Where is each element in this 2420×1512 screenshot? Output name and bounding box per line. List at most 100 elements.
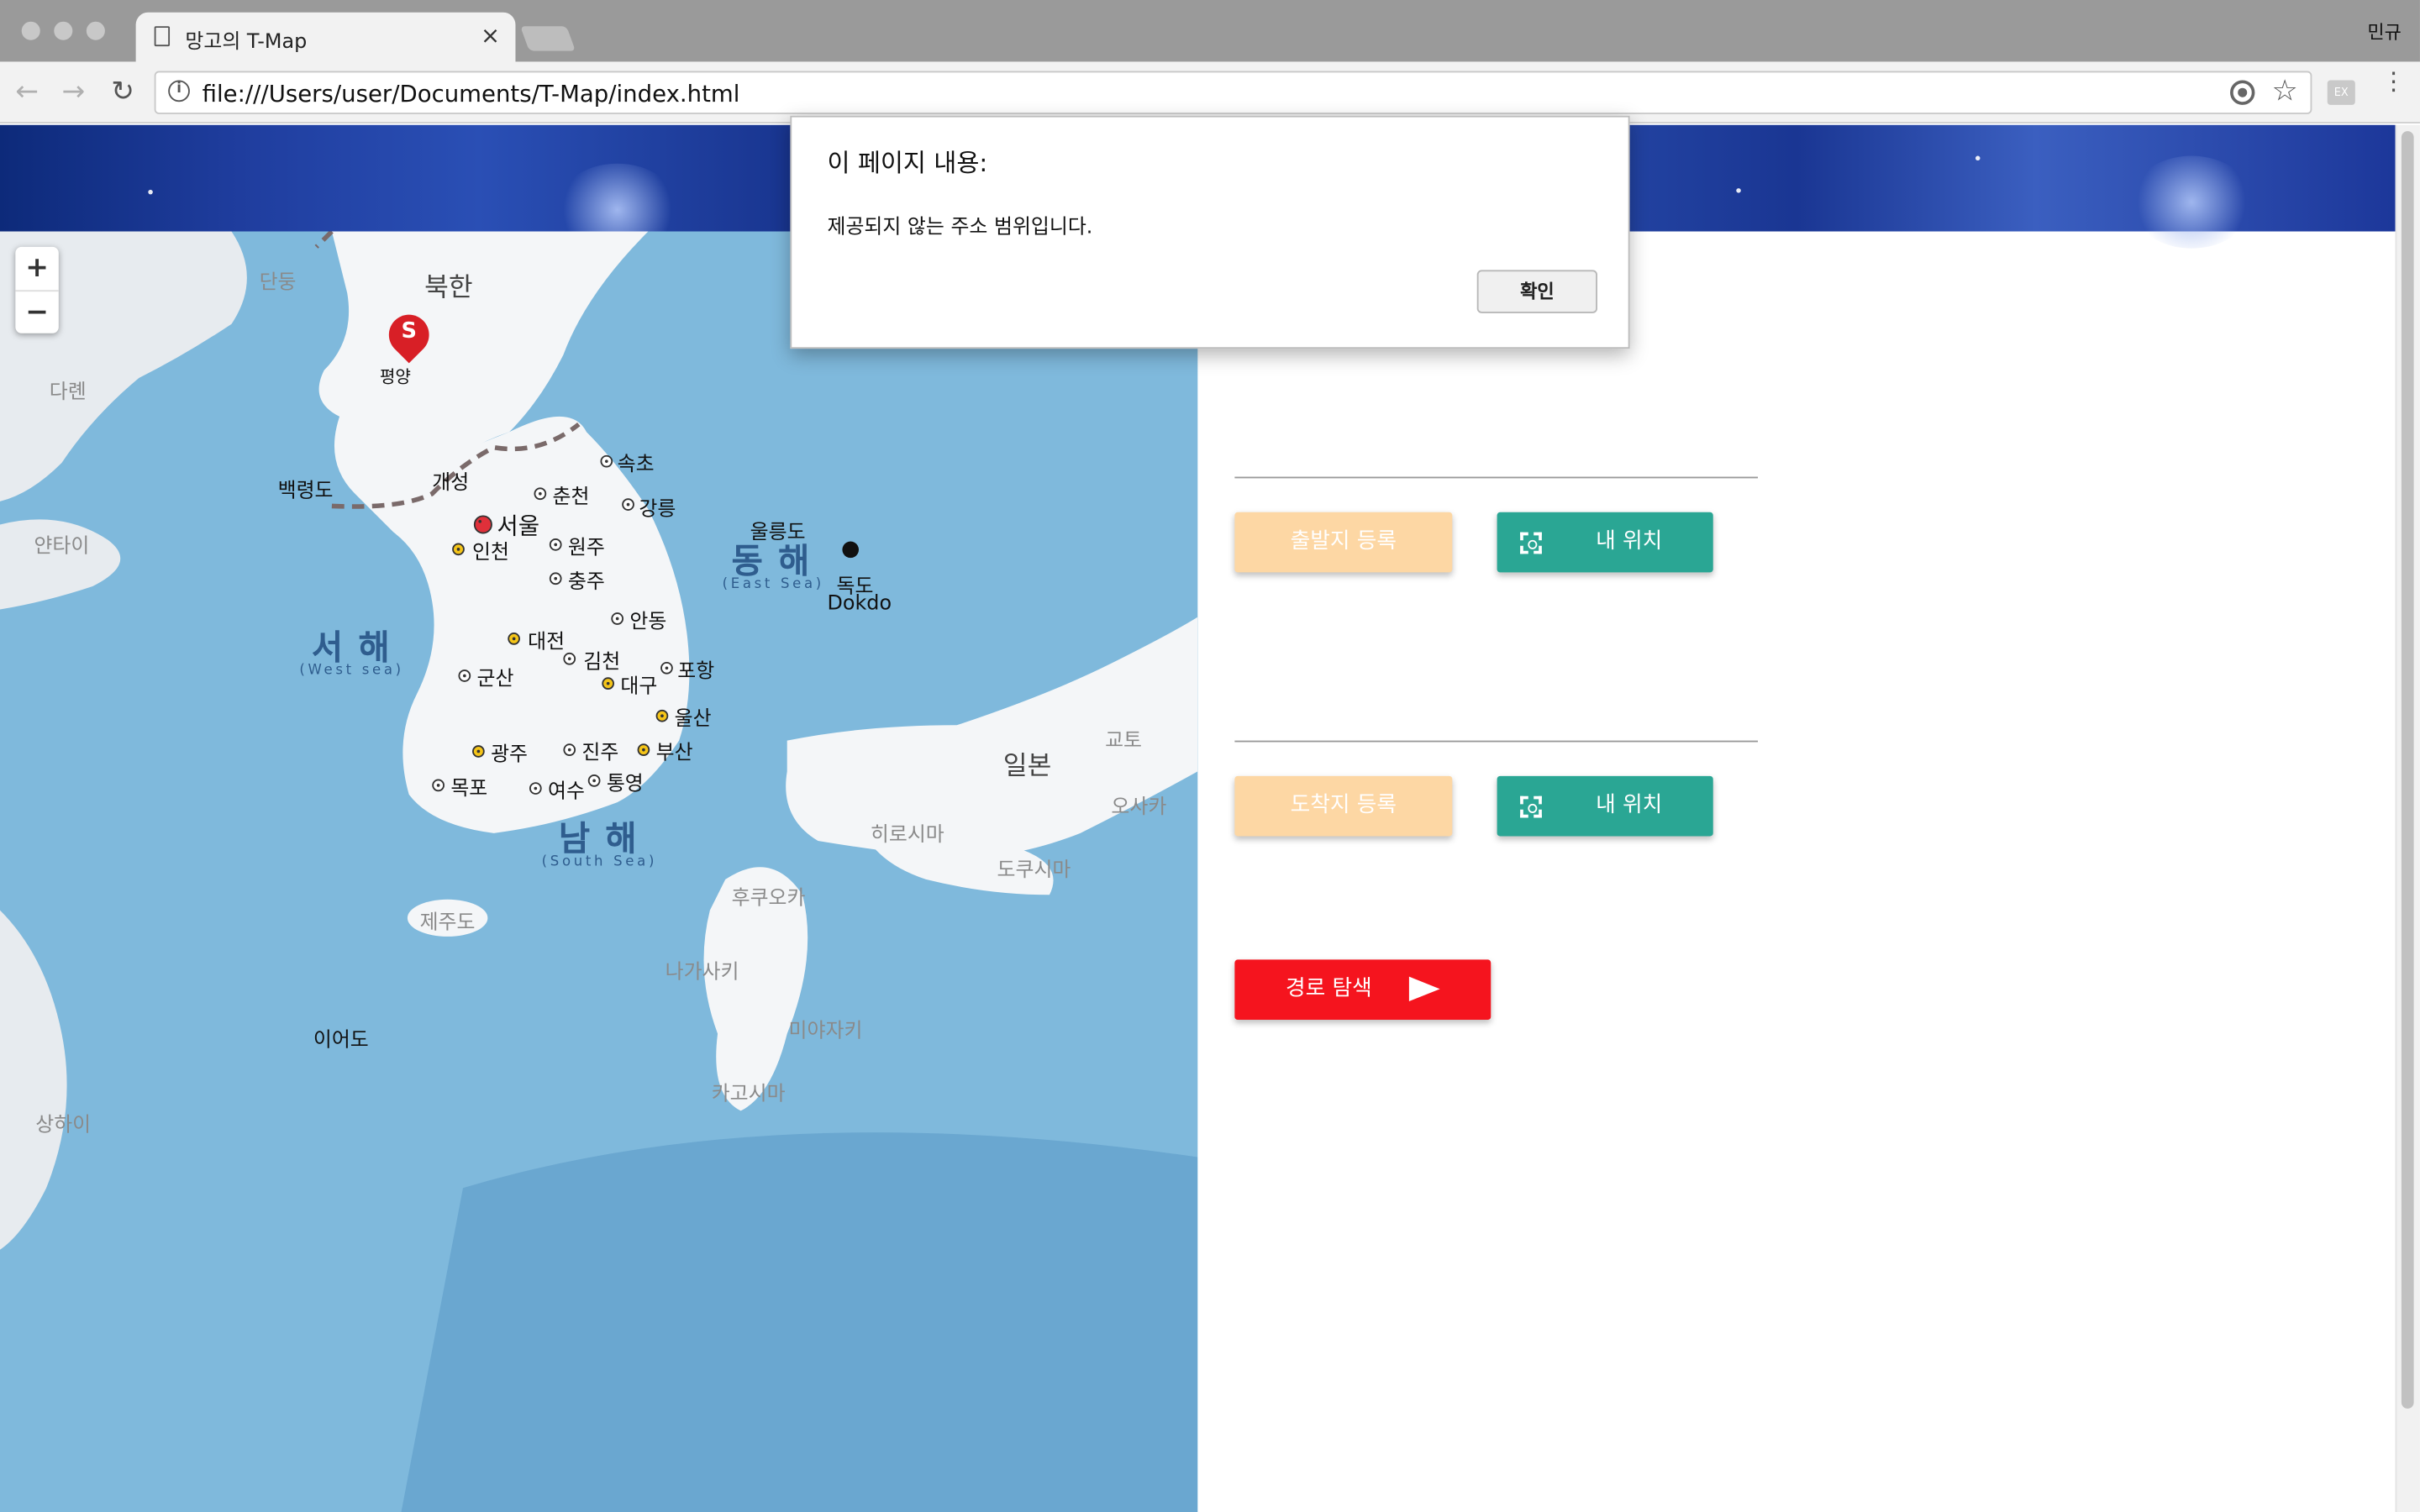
map-label: 이어도 [313,1029,369,1053]
flag-icon: ● [841,537,860,562]
city-marker [529,782,542,795]
city-marker [602,677,615,690]
city-marker [660,661,673,675]
divider [1234,476,1759,479]
center-focus-icon [1520,795,1542,818]
alert-dialog: 이 페이지 내용: 제공되지 않는 주소 범위입니다. 확인 [790,115,1630,349]
new-tab-button[interactable] [520,26,576,51]
map-label: 다롄 [49,381,87,405]
reload-icon[interactable]: ↻ [111,76,134,108]
city-marker [534,487,547,501]
map-label: 제주도 [419,911,476,936]
map-label: 광주 [491,743,529,767]
my-location-label: 내 위치 [1596,793,1663,818]
address-bar[interactable]: i file:///Users/user/Documents/T-Map/ind… [154,71,2312,114]
city-marker [622,498,634,511]
map-label: 대구 [620,675,658,700]
map-label: 나가사키 [665,961,739,984]
city-marker [549,572,562,585]
dialog-ok-button[interactable]: 확인 [1476,270,1597,313]
set-destination-button[interactable]: 도착지 등록 [1234,775,1453,837]
map-label: (West sea) [299,663,404,680]
set-start-button[interactable]: 출발지 등록 [1234,512,1453,573]
my-location-label: 내 위치 [1596,528,1663,554]
map-label: 춘천 [552,486,590,510]
city-marker [472,745,485,758]
browser-tab[interactable]: 망고의 T-Map × [135,12,516,62]
map-view[interactable]: + − 단둥 북한 평양 다롄 얀타이 백령도 개성 속초 춘천 강릉 서울 인… [0,231,1198,1512]
map-label: 오사카 [1111,795,1167,820]
city-marker [563,743,576,756]
map-label: 북한 [424,273,473,304]
city-marker [432,779,445,792]
start-marker-label: S [401,319,417,344]
map-label: 대전 [528,631,566,654]
close-window-button[interactable] [21,21,40,40]
map-label: 동해 [731,543,825,582]
extension-icon[interactable]: EX [2327,80,2355,105]
divider [1234,740,1759,743]
map-label: 개성 [432,472,470,496]
browser-toolbar: ← → ↻ i file:///Users/user/Documents/T-M… [0,61,2420,123]
tab-title: 망고의 T-Map [185,30,308,55]
map-label: 목포 [450,777,488,801]
map-label: 미야자키 [788,1020,863,1043]
map-label: 교토 [1105,729,1143,753]
city-marker [549,538,562,551]
dialog-title: 이 페이지 내용: [827,148,988,178]
map-label: 남해 [558,821,652,860]
city-marker [508,633,520,645]
city-marker [473,515,492,534]
map-label: 카고시마 [711,1083,786,1106]
map-label: 원주 [567,537,605,560]
maximize-window-button[interactable] [86,21,105,40]
profile-name[interactable]: 민규 [2367,18,2402,45]
map-label: 평양 [379,367,412,388]
forward-arrow-icon[interactable]: → [61,76,85,108]
browser-titlebar: 망고의 T-Map × 민규 [0,0,2420,62]
map-label: 충주 [567,570,605,595]
route-search-label: 경로 탐색 [1285,976,1372,1002]
map-label: 상하이 [35,1114,92,1137]
map-label: 도쿠시마 [997,859,1071,883]
city-marker [563,652,576,665]
back-arrow-icon[interactable]: ← [15,76,39,108]
map-label: 진주 [581,742,619,766]
send-icon [1408,976,1440,1002]
zoom-in-button[interactable]: + [15,247,59,292]
map-label: 강릉 [639,498,676,522]
map-label: 속초 [617,453,655,477]
page-scrollbar[interactable] [2395,124,2420,1512]
map-label: 여수 [548,780,585,804]
map-label: 안동 [629,611,667,634]
route-search-button[interactable]: 경로 탐색 [1234,959,1491,1021]
bookmark-star-icon[interactable]: ☆ [2272,74,2298,108]
zoom-out-button[interactable]: − [15,291,58,334]
start-my-location-button[interactable]: 내 위치 [1497,512,1713,573]
map-label: 일본 [1002,751,1052,783]
dialog-message: 제공되지 않는 주소 범위입니다. [827,216,1093,239]
url-text[interactable]: file:///Users/user/Documents/T-Map/index… [203,81,740,108]
map-label: (South Sea) [541,854,658,870]
city-marker [587,774,601,787]
location-icon[interactable] [2230,80,2255,105]
destination-my-location-button[interactable]: 내 위치 [1497,775,1713,837]
info-icon[interactable]: i [168,80,190,102]
map-label: 백령도 [277,480,334,503]
map-label: 통영 [606,773,644,796]
city-marker [637,743,650,756]
scrollbar-thumb[interactable] [2401,131,2414,1409]
map-label: 인천 [472,541,509,565]
map-label: (East Sea) [722,576,824,593]
map-label: 김천 [583,651,621,675]
map-label: 히로시마 [870,823,944,848]
map-label: 부산 [655,742,693,766]
kebab-menu-icon[interactable]: ⋮ [2381,69,2406,93]
map-label: 울산 [674,708,712,732]
minimize-window-button[interactable] [54,21,73,40]
city-marker [600,454,613,468]
map-label: Dokdo [827,592,892,616]
map-label: 후쿠오카 [731,887,806,911]
close-tab-icon[interactable]: × [481,22,500,50]
city-marker [458,669,471,682]
